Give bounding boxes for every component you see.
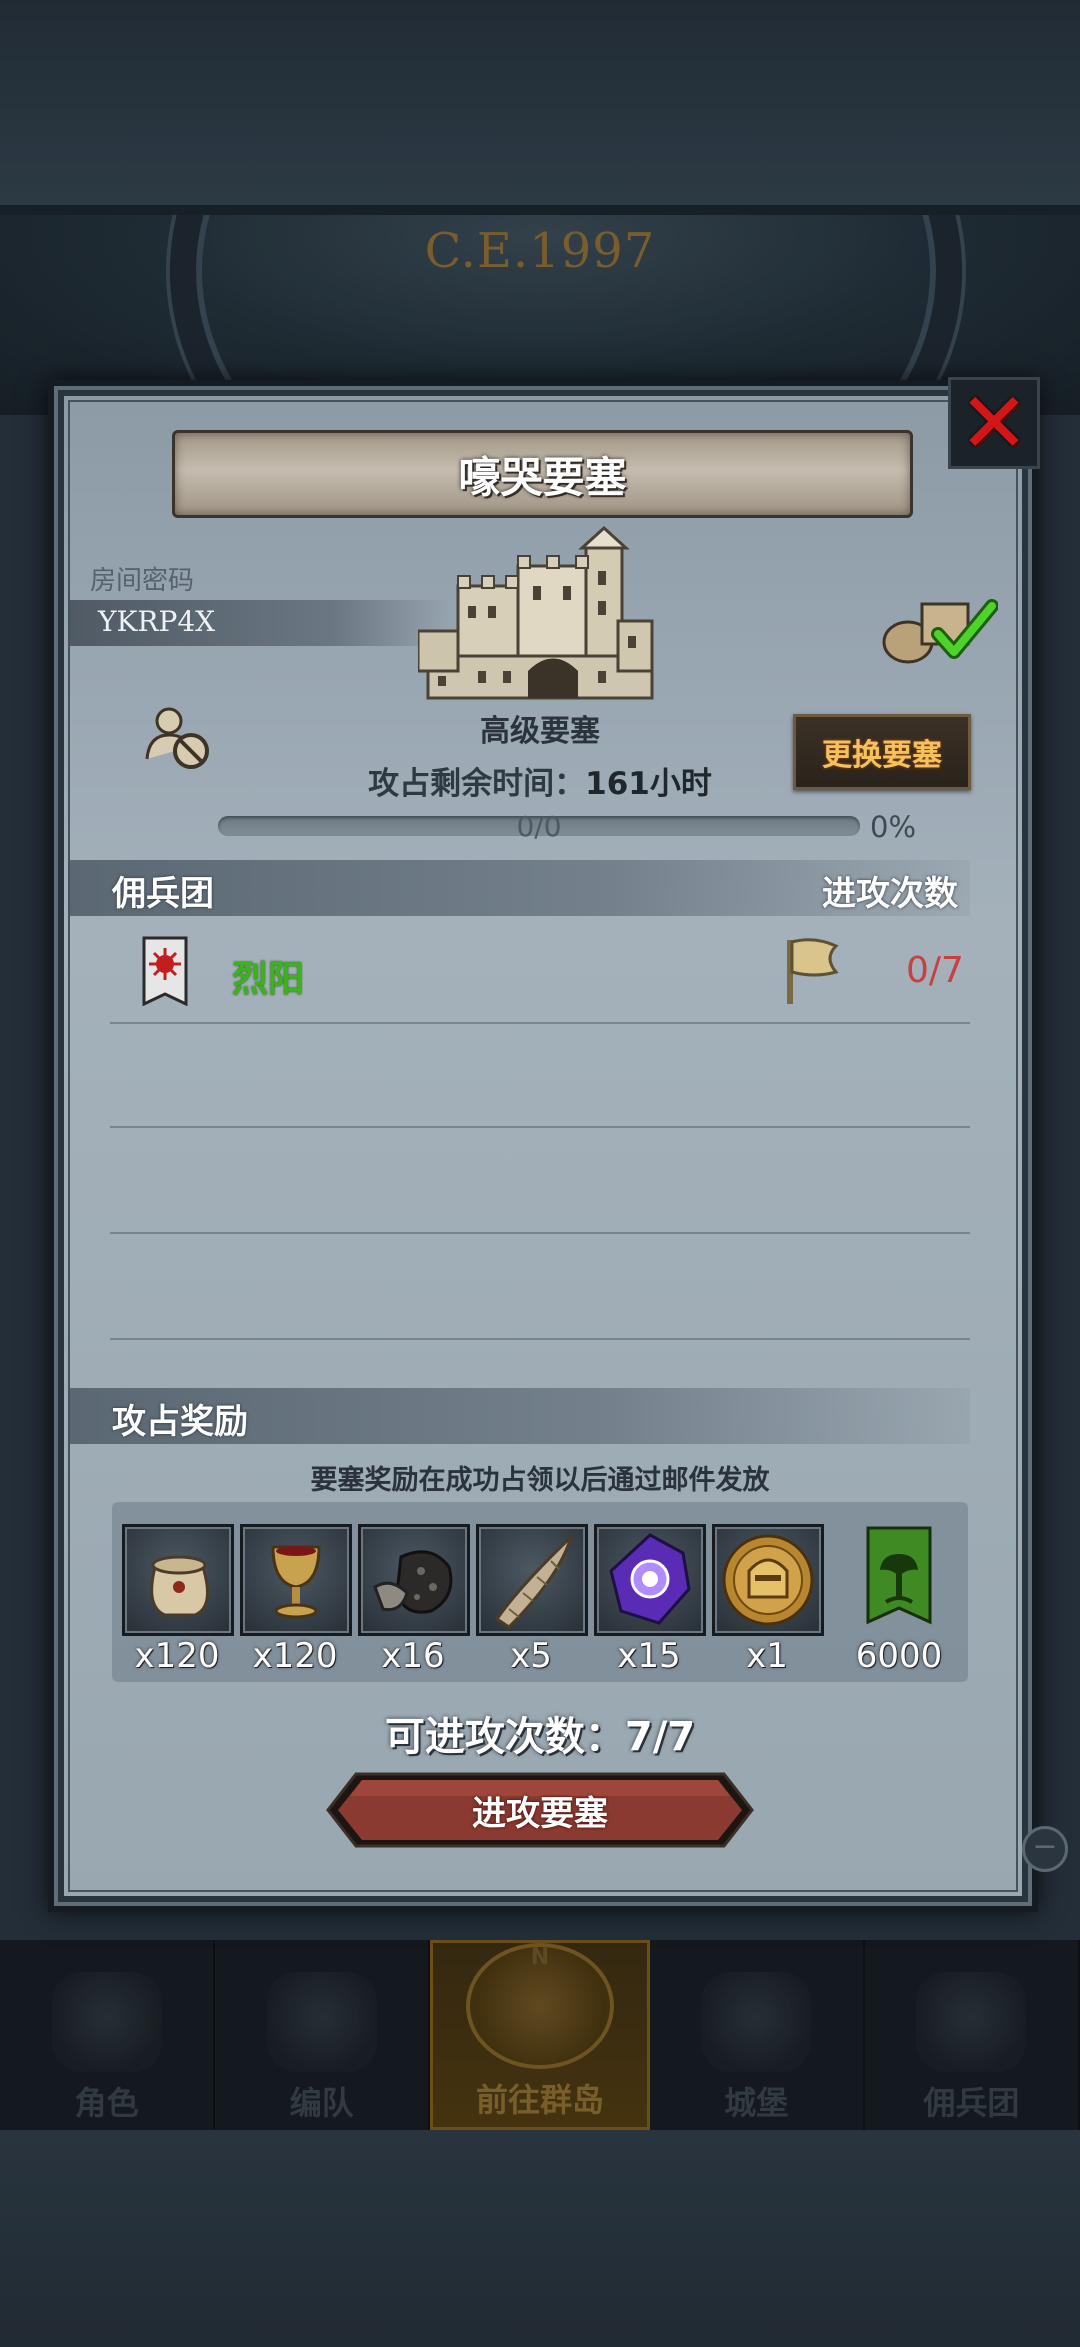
side-expand-icon[interactable]: − (1022, 1826, 1068, 1872)
reward-item[interactable] (846, 1524, 952, 1630)
guild-name[interactable]: 烈阳 (232, 950, 304, 1002)
fortress-icon (418, 526, 654, 700)
attacks-remaining: 可进攻次数：7/7 (384, 1714, 696, 1760)
close-icon: ✕ (958, 374, 1030, 472)
attack-fortress-label: 进攻要塞 (472, 1794, 608, 1834)
reward-item[interactable] (240, 1524, 352, 1636)
remaining-time-value: 161小时 (585, 766, 712, 802)
reward-count: 6000 (855, 1636, 943, 1676)
dialog-title: 嚎哭要塞 (458, 452, 627, 502)
progress-percent: 0% (870, 810, 917, 844)
horn-icon (494, 1531, 575, 1629)
reward-item[interactable] (476, 1524, 588, 1636)
remaining-time-label: 攻占剩余时间： (368, 766, 586, 802)
room-code[interactable]: YKRP4X (98, 605, 215, 638)
row-divider (110, 1338, 970, 1340)
change-fortress-button[interactable]: 更换要塞 (793, 714, 971, 790)
knight-medal-icon (722, 1534, 814, 1626)
close-button[interactable]: ✕ (948, 377, 1040, 469)
title-scroll: 嚎哭要塞 (172, 430, 913, 518)
reward-item[interactable] (122, 1524, 234, 1636)
attack-count-header: 进攻次数 (822, 874, 958, 914)
row-divider (110, 1232, 970, 1234)
reward-count: x1 (746, 1636, 788, 1676)
reward-item[interactable] (594, 1524, 706, 1636)
goblet-icon (271, 1545, 321, 1619)
reward-item[interactable] (358, 1524, 470, 1636)
change-fortress-label: 更换要塞 (822, 738, 942, 773)
guild-attack-count: 0/7 (906, 950, 964, 991)
progress-text: 0/0 (516, 810, 562, 843)
reward-item[interactable] (712, 1524, 824, 1636)
fortress-level: 高级要塞 (480, 714, 600, 749)
pouch-icon (150, 1555, 209, 1617)
row-divider (110, 1126, 970, 1128)
reward-claimed-icon[interactable] (878, 594, 998, 666)
row-divider (110, 1022, 970, 1024)
rewards-header: 攻占奖励 (112, 1402, 248, 1442)
tree-banner-icon (866, 1526, 932, 1625)
room-code-label: 房间密码 (90, 566, 195, 596)
mercenary-header: 佣兵团 (112, 874, 214, 914)
rewards-note: 要塞奖励在成功占领以后通过邮件发放 (310, 1465, 770, 1496)
flag-icon (787, 938, 839, 1004)
ore-icon (373, 1550, 453, 1614)
no-member-icon[interactable] (145, 705, 213, 771)
purple-gem-icon (609, 1533, 691, 1625)
guild-banner-icon (142, 936, 188, 1006)
remaining-time: 攻占剩余时间：161小时 (300, 758, 780, 803)
